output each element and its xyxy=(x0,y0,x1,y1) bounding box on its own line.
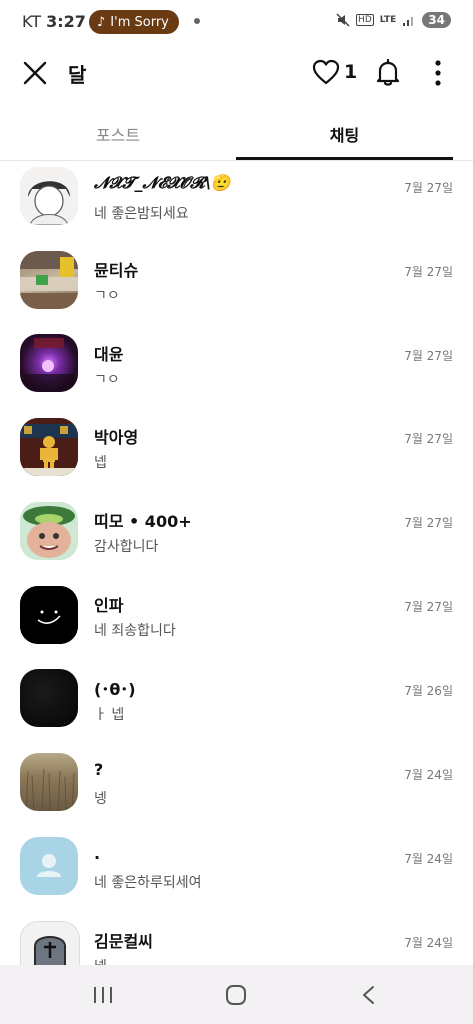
chat-date: 7월 27일 xyxy=(404,600,453,614)
back-icon[interactable] xyxy=(360,985,378,1005)
chat-message: 넵 xyxy=(94,956,107,965)
hd-icon: HD xyxy=(356,14,374,26)
chat-message: 네 죄송합니다 xyxy=(94,623,176,639)
page-title: 달 xyxy=(68,63,87,87)
chat-name: . xyxy=(94,844,101,863)
chat-message: 감사합니다 xyxy=(94,539,159,555)
chat-name: 박아영 xyxy=(94,428,139,447)
avatar xyxy=(20,418,78,476)
battery-icon: 34 xyxy=(422,12,451,28)
bell-icon[interactable] xyxy=(374,58,402,88)
now-playing-label: I'm Sorry xyxy=(110,14,169,30)
signal-icon xyxy=(403,17,414,26)
close-icon[interactable] xyxy=(22,60,48,86)
chat-name: 띠모 • 400+ xyxy=(94,512,192,531)
avatar xyxy=(20,502,78,560)
app-header: 달 1 xyxy=(0,44,473,104)
chat-name: (･θ･) xyxy=(94,680,136,699)
heart-icon xyxy=(312,59,340,85)
chat-message: ㄱㅇ xyxy=(94,288,120,304)
chat-list-item[interactable]: (･θ･) ㅏ 넵 7월 26일 xyxy=(0,664,473,748)
home-icon[interactable] xyxy=(225,985,247,1005)
more-options-icon[interactable] xyxy=(428,58,448,88)
tab-posts[interactable]: 포스트 xyxy=(0,110,236,158)
carrier-time: KT 3:27 xyxy=(22,12,86,31)
music-note-icon: ♪ xyxy=(97,14,106,30)
chat-list-item[interactable]: 뮨티슈 ㄱㅇ 7월 27일 xyxy=(0,245,473,329)
chat-name: ? xyxy=(94,760,104,779)
like-button[interactable]: 1 xyxy=(312,59,357,85)
avatar xyxy=(20,251,78,309)
chat-message: 네 좋은밤되세요 xyxy=(94,206,189,222)
chat-date: 7월 24일 xyxy=(404,768,453,782)
avatar xyxy=(20,669,78,727)
chat-name: 𝓝𝓧𝓣_𝓝𝓔𝓧𝓞𝓡\🫡 xyxy=(94,173,231,192)
status-bar: KT 3:27 ♪ I'm Sorry HD LTE 34 xyxy=(0,0,473,44)
chat-list-item[interactable]: 띠모 • 400+ 감사합니다 7월 27일 xyxy=(0,496,473,580)
chat-date: 7월 27일 xyxy=(404,349,453,363)
chat-date: 7월 24일 xyxy=(404,852,453,866)
avatar xyxy=(20,921,80,965)
avatar xyxy=(20,837,78,895)
chat-date: 7월 27일 xyxy=(404,516,453,530)
chat-list: 𝓝𝓧𝓣_𝓝𝓔𝓧𝓞𝓡\🫡 네 좋은밤되세요 7월 27일 뮨티슈 ㄱㅇ 7월 27… xyxy=(0,161,473,965)
chat-date: 7월 24일 xyxy=(404,936,453,950)
chat-list-item[interactable]: 김문컬씨 넵 7월 24일 xyxy=(0,916,473,965)
chat-message: ㅏ 넵 xyxy=(94,707,125,723)
clock: 3:27 xyxy=(46,12,86,31)
default-user-icon xyxy=(37,854,61,877)
now-playing-pill[interactable]: ♪ I'm Sorry xyxy=(89,10,179,34)
chat-message: 네 좋은하루되세여 xyxy=(94,875,202,891)
network-label: LTE xyxy=(379,15,397,25)
chat-name: 뮨티슈 xyxy=(94,261,139,280)
chat-list-item[interactable]: 박아영 넵 7월 27일 xyxy=(0,412,473,496)
like-count: 1 xyxy=(344,61,358,83)
chat-list-item[interactable]: 인파 네 죄송합니다 7월 27일 xyxy=(0,580,473,664)
carrier-label: KT xyxy=(22,12,42,31)
status-icons: HD LTE 34 xyxy=(336,12,451,28)
tombstone-icon xyxy=(34,936,66,965)
chat-message: 넵 xyxy=(94,455,107,471)
chat-name: 대윤 xyxy=(94,345,124,364)
avatar xyxy=(20,167,78,225)
recent-apps-icon[interactable] xyxy=(92,985,114,1005)
chat-date: 7월 26일 xyxy=(404,684,453,698)
avatar xyxy=(20,753,78,811)
chat-date: 7월 27일 xyxy=(404,432,453,446)
avatar xyxy=(20,334,78,392)
notification-dot-icon xyxy=(194,18,200,24)
chat-name: 김문컬씨 xyxy=(94,932,153,951)
avatar xyxy=(20,586,78,644)
tab-chat[interactable]: 채팅 xyxy=(236,110,453,160)
chat-date: 7월 27일 xyxy=(404,265,453,279)
chat-message: ㄱㅇ xyxy=(94,372,120,388)
chat-date: 7월 27일 xyxy=(404,181,453,195)
mute-icon xyxy=(336,13,350,27)
chat-list-item[interactable]: ? 넹 7월 24일 xyxy=(0,748,473,832)
chat-message: 넹 xyxy=(94,791,107,807)
chat-list-item[interactable]: 𝓝𝓧𝓣_𝓝𝓔𝓧𝓞𝓡\🫡 네 좋은밤되세요 7월 27일 xyxy=(0,161,473,245)
chat-name: 인파 xyxy=(94,596,124,615)
system-nav-bar xyxy=(0,965,473,1024)
tab-bar: 포스트 채팅 xyxy=(0,110,473,161)
chat-list-item[interactable]: 대윤 ㄱㅇ 7월 27일 xyxy=(0,329,473,413)
chat-list-item[interactable]: . 네 좋은하루되세여 7월 24일 xyxy=(0,832,473,916)
